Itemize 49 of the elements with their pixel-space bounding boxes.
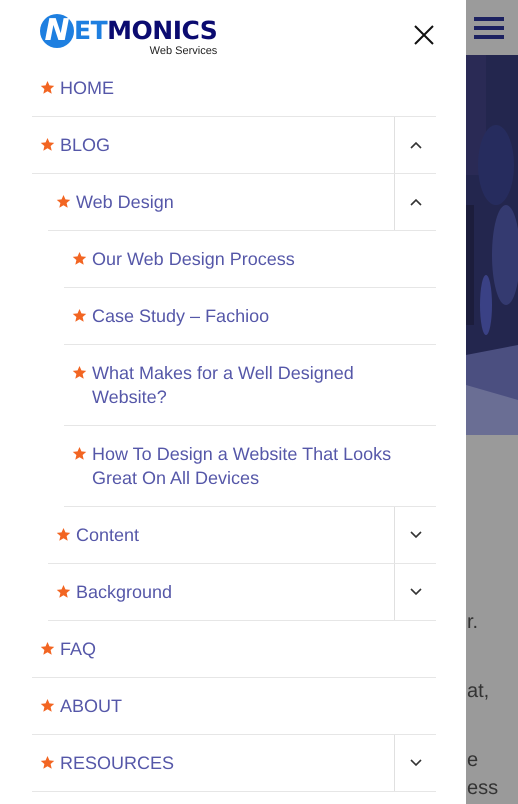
close-button[interactable] bbox=[412, 23, 436, 47]
star-icon bbox=[40, 698, 55, 713]
menu-label: How To Design a Website That Looks Great On All Devices bbox=[92, 443, 392, 490]
menu-label: HOME bbox=[60, 77, 114, 100]
menu-link[interactable]: Content bbox=[48, 507, 394, 563]
menu-link[interactable]: What Makes for a Well Designed Website? bbox=[64, 345, 436, 425]
star-icon bbox=[40, 137, 55, 152]
paragraph-text: at, bbox=[467, 679, 490, 704]
star-icon bbox=[56, 527, 71, 542]
menu-link[interactable]: Background bbox=[48, 564, 394, 620]
close-icon bbox=[412, 23, 436, 47]
menu-link[interactable]: HOME bbox=[32, 60, 436, 116]
star-icon bbox=[72, 365, 87, 380]
star-icon bbox=[40, 80, 55, 95]
menu-label: Web Design bbox=[76, 191, 174, 214]
menu-link[interactable]: RESOURCES bbox=[32, 735, 394, 791]
chevron-down-icon bbox=[410, 759, 422, 767]
menu-link[interactable]: Our Web Design Process bbox=[64, 231, 436, 287]
chevron-down-icon bbox=[410, 531, 422, 539]
menu-link[interactable]: Case Study – Fachioo bbox=[64, 288, 436, 344]
chevron-up-icon bbox=[410, 198, 422, 206]
menu-link[interactable]: How To Design a Website That Looks Great On All Devices bbox=[64, 426, 436, 506]
menu-label: FAQ bbox=[60, 638, 96, 661]
star-icon bbox=[72, 446, 87, 461]
paragraph-text: r. bbox=[467, 610, 480, 635]
menu-label: Content bbox=[76, 524, 140, 547]
paragraph-text: e bbox=[467, 748, 480, 773]
menu-link[interactable]: Web Design bbox=[48, 174, 394, 230]
menu-label: Our Web Design Process bbox=[92, 248, 295, 271]
star-icon bbox=[40, 755, 55, 770]
menu-label: ABOUT bbox=[60, 695, 122, 718]
star-icon bbox=[56, 584, 71, 599]
star-icon bbox=[56, 194, 71, 209]
menu-link[interactable]: BLOG bbox=[32, 117, 394, 173]
star-icon bbox=[72, 308, 87, 323]
menu-link[interactable]: ABOUT bbox=[32, 678, 436, 734]
logo[interactable]: N ETMONICS Web Services bbox=[40, 14, 218, 56]
menu-label: RESOURCES bbox=[60, 752, 174, 775]
menu-label: Background bbox=[76, 581, 172, 604]
star-icon bbox=[40, 641, 55, 656]
menu-link[interactable]: FAQ bbox=[32, 621, 436, 677]
star-icon bbox=[72, 251, 87, 266]
menu-label: Case Study – Fachioo bbox=[92, 305, 270, 328]
menu-label: What Makes for a Well Designed Website? bbox=[92, 362, 355, 409]
chevron-down-icon bbox=[410, 588, 422, 596]
paragraph-text: ess bbox=[467, 776, 500, 801]
chevron-up-icon bbox=[410, 141, 422, 149]
menu-label: BLOG bbox=[60, 134, 110, 157]
menu-icon[interactable] bbox=[474, 16, 504, 40]
